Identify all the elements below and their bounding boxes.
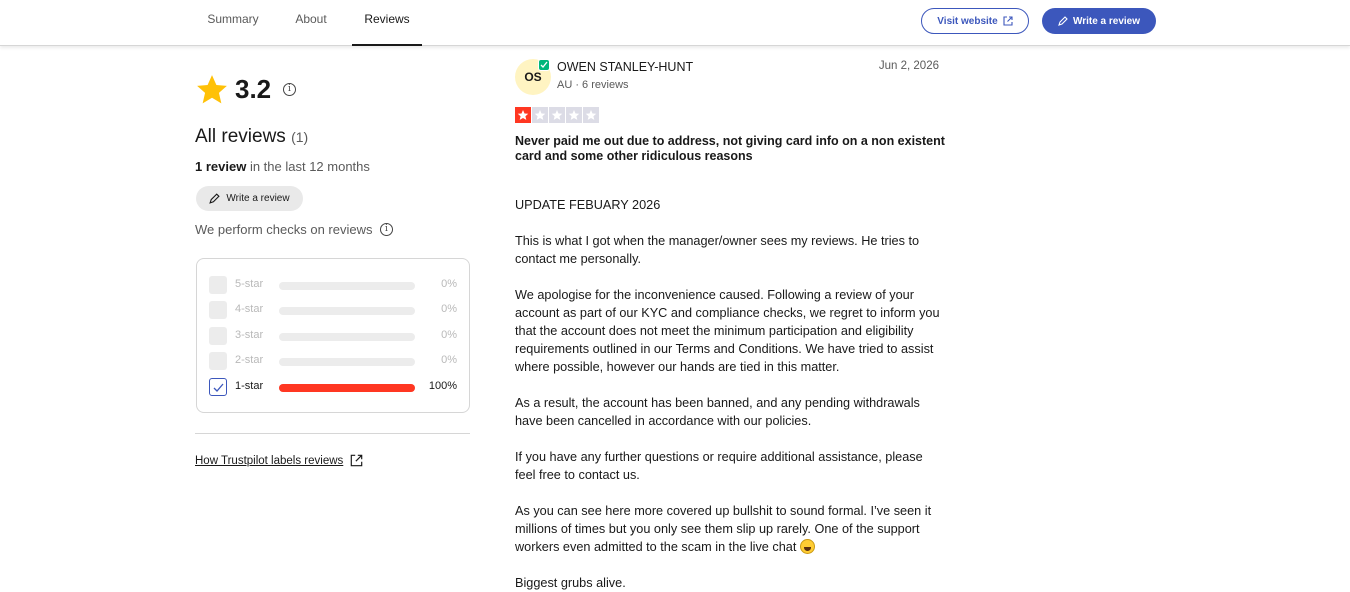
review-paragraph-text: As you can see here more covered up bull… — [515, 504, 932, 554]
write-review-button[interactable]: Write a review — [1042, 8, 1156, 34]
external-link-icon — [350, 454, 363, 467]
filter-bar — [279, 333, 415, 341]
write-review-secondary-label: Write a review — [226, 193, 290, 204]
filter-checkbox[interactable] — [209, 327, 227, 345]
recent-review-period: in the last 12 months — [246, 159, 370, 174]
recent-review-count: 1 review — [195, 159, 247, 174]
visit-website-button[interactable]: Visit website — [921, 8, 1029, 34]
info-icon[interactable]: i — [283, 83, 296, 96]
star-icon — [195, 73, 229, 107]
star-icon — [583, 107, 599, 123]
filter-label: 4-star — [235, 303, 264, 315]
top-nav: Summary About Reviews Visit website Writ… — [0, 0, 1350, 46]
visit-website-label: Visit website — [937, 15, 998, 27]
review-paragraph: Biggest grubs alive. — [515, 576, 626, 590]
all-reviews-label: All reviews — [195, 126, 286, 147]
verified-badge-icon — [538, 59, 550, 71]
star-icon — [532, 107, 548, 123]
star-filter-panel: 5-star 0% 4-star 0% 3-star 0% 2-star 0% … — [196, 258, 470, 413]
review-date: Jun 2, 2026 — [878, 60, 939, 72]
tab-about[interactable]: About — [282, 0, 340, 46]
star-icon — [515, 107, 531, 123]
review-paragraph: As a result, the account has been banned… — [515, 396, 920, 428]
filter-label: 3-star — [235, 329, 264, 341]
review-title[interactable]: Never paid me out due to address, not gi… — [515, 134, 945, 164]
checkmark-icon — [213, 383, 224, 392]
filter-checkbox[interactable] — [209, 276, 227, 294]
filter-percent: 0% — [441, 278, 457, 290]
how-labels-reviews-link[interactable]: How Trustpilot labels reviews — [195, 454, 363, 467]
all-reviews-heading: All reviews (1) — [195, 126, 308, 148]
review-paragraph: This is what I got when the manager/owne… — [515, 234, 920, 266]
filter-label: 5-star — [235, 278, 264, 290]
filter-percent: 0% — [441, 303, 457, 315]
filter-bar — [279, 384, 415, 392]
divider — [195, 433, 470, 434]
trust-score: 3.2 — [235, 74, 272, 104]
filter-checkbox[interactable] — [209, 352, 227, 370]
reviewer-meta: AU · 6 reviews — [557, 79, 629, 91]
filter-checkbox[interactable] — [209, 301, 227, 319]
laughing-emoji-icon — [799, 539, 815, 554]
filter-4-star[interactable]: 4-star 0% — [209, 300, 459, 320]
review-paragraph: If you have any further questions or req… — [515, 450, 923, 482]
all-reviews-count: (1) — [291, 129, 309, 145]
filter-bar — [279, 307, 415, 315]
review-body: UPDATE FEBUARY 2026 This is what I got w… — [515, 196, 945, 592]
review-paragraph: We apologise for the inconvenience cause… — [515, 288, 940, 374]
filter-bar — [279, 282, 415, 290]
pencil-icon — [209, 193, 221, 204]
filter-percent: 100% — [428, 380, 457, 392]
tab-summary[interactable]: Summary — [196, 0, 270, 46]
pencil-icon — [1058, 16, 1068, 26]
recent-reviews-summary: 1 review in the last 12 months — [195, 159, 370, 174]
filter-2-star[interactable]: 2-star 0% — [209, 351, 459, 371]
star-icon — [566, 107, 582, 123]
review-star-rating — [515, 107, 599, 123]
filter-1-star[interactable]: 1-star 100% — [209, 377, 459, 397]
filter-percent: 0% — [441, 354, 457, 366]
write-review-label: Write a review — [1072, 15, 1141, 27]
external-link-icon — [1003, 16, 1013, 26]
filter-5-star[interactable]: 5-star 0% — [209, 275, 459, 295]
review-checks-text: We perform checks on reviews — [195, 222, 373, 237]
filter-checkbox-checked[interactable] — [209, 378, 227, 396]
filter-bar — [279, 358, 415, 366]
filter-percent: 0% — [441, 329, 457, 341]
how-labels-reviews-label: How Trustpilot labels reviews — [195, 454, 344, 467]
filter-label: 2-star — [235, 354, 264, 366]
filter-label: 1-star — [235, 380, 264, 392]
star-icon — [549, 107, 565, 123]
tab-reviews[interactable]: Reviews — [352, 0, 422, 46]
review-paragraph: UPDATE FEBUARY 2026 — [515, 198, 661, 212]
write-review-secondary-button[interactable]: Write a review — [196, 186, 303, 211]
filter-3-star[interactable]: 3-star 0% — [209, 326, 459, 346]
review-paragraph-with-emoji: As you can see here more covered up bull… — [515, 502, 945, 556]
info-icon[interactable]: i — [380, 223, 393, 236]
filter-bar-fill — [279, 384, 415, 392]
reviewer-name[interactable]: OWEN STANLEY-HUNT — [557, 60, 693, 74]
